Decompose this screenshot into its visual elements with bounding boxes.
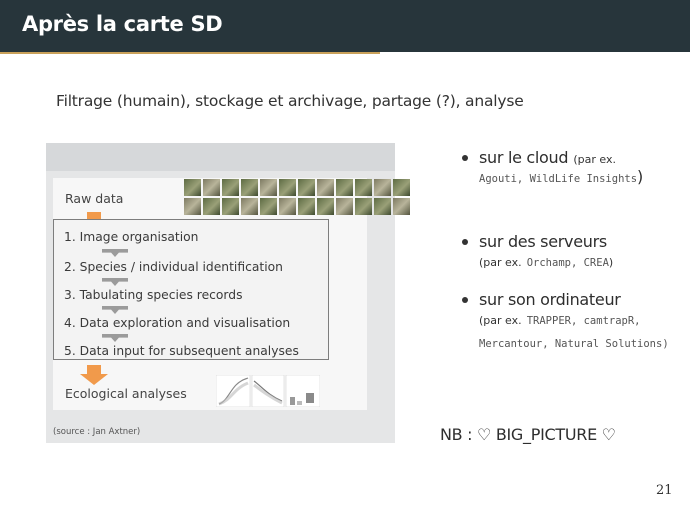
thumbnail-image	[260, 198, 277, 215]
bullet-item: sur le cloud (par ex. Agouti, WildLife I…	[460, 148, 643, 190]
bullet-close-paren: )	[637, 167, 643, 186]
workflow-step: 4. Data exploration and visualisation	[64, 316, 291, 330]
thumbnail-image	[374, 179, 391, 196]
bullet-note: (par ex.	[573, 153, 616, 166]
thumbnail-image	[203, 198, 220, 215]
bullet-dot-icon	[462, 155, 468, 161]
page-number: 21	[656, 483, 673, 498]
workflow-steps-box: 1. Image organisation 2. Species / indiv…	[53, 219, 329, 360]
workflow-step: 2. Species / individual identification	[64, 260, 283, 274]
grey-arrow-down-icon	[102, 306, 128, 314]
grey-arrow-down-icon	[102, 249, 128, 257]
bullet-main-text: sur des serveurs	[479, 232, 607, 251]
thumbnail-image	[355, 179, 372, 196]
thumbnail-image	[393, 198, 410, 215]
bullet-tools: Agouti, WildLife Insights	[479, 173, 638, 185]
workflow-step: 5. Data input for subsequent analyses	[64, 344, 299, 358]
bullet-item: sur des serveurs (par ex. Orchamp, CREA)	[460, 232, 613, 274]
thumbnail-image	[222, 179, 239, 196]
figure-source: (source : Jan Axtner)	[53, 427, 141, 437]
header-accent-line	[0, 52, 380, 54]
thumbnail-image	[184, 179, 201, 196]
camera-trap-thumbnails	[184, 179, 410, 215]
thumbnail-image	[222, 198, 239, 215]
bullet-item: sur son ordinateur (par ex. TRAPPER, cam…	[460, 290, 680, 355]
slide-title: Après la carte SD	[22, 12, 223, 36]
grey-arrow-down-icon	[102, 334, 128, 342]
workflow-figure: Raw data 1. Image organisation 2. Specie…	[46, 143, 410, 443]
slide-header: Après la carte SD	[0, 0, 690, 52]
thumbnail-image	[279, 179, 296, 196]
thumbnail-image	[241, 198, 258, 215]
thumbnail-image	[203, 179, 220, 196]
orange-arrow-down-icon	[80, 365, 108, 385]
workflow-step: 3. Tabulating species records	[64, 288, 243, 302]
ecological-analyses-label: Ecological analyses	[65, 386, 187, 401]
thumbnail-image	[317, 198, 334, 215]
thumbnail-image	[298, 179, 315, 196]
workflow-step: 1. Image organisation	[64, 230, 199, 244]
bullet-note: (par ex.	[479, 256, 522, 269]
thumbnail-image	[355, 198, 372, 215]
raw-data-label: Raw data	[65, 191, 124, 206]
bullet-note: (par ex.	[479, 314, 522, 327]
grey-arrow-down-icon	[102, 278, 128, 286]
thumbnail-image	[336, 179, 353, 196]
bullet-main-text: sur son ordinateur	[479, 290, 621, 309]
bullet-tools: Orchamp, CREA	[526, 257, 609, 269]
analysis-plots-thumbnail	[216, 375, 320, 407]
thumbnail-image	[393, 179, 410, 196]
thumbnail-image	[336, 198, 353, 215]
bullet-close-paren: )	[662, 338, 669, 350]
nb-note: NB : ♡ BIG_PICTURE ♡	[440, 425, 616, 444]
bullet-dot-icon	[462, 239, 468, 245]
bullet-close-paren: )	[608, 256, 614, 269]
bullet-main-text: sur le cloud	[479, 148, 569, 167]
thumbnail-image	[374, 198, 391, 215]
figure-top-bar	[46, 143, 395, 171]
slide-subtitle: Filtrage (humain), stockage et archivage…	[56, 92, 524, 110]
bullet-dot-icon	[462, 297, 468, 303]
thumbnail-image	[298, 198, 315, 215]
thumbnail-image	[184, 198, 201, 215]
thumbnail-image	[241, 179, 258, 196]
thumbnail-image	[317, 179, 334, 196]
thumbnail-image	[279, 198, 296, 215]
thumbnail-image	[260, 179, 277, 196]
